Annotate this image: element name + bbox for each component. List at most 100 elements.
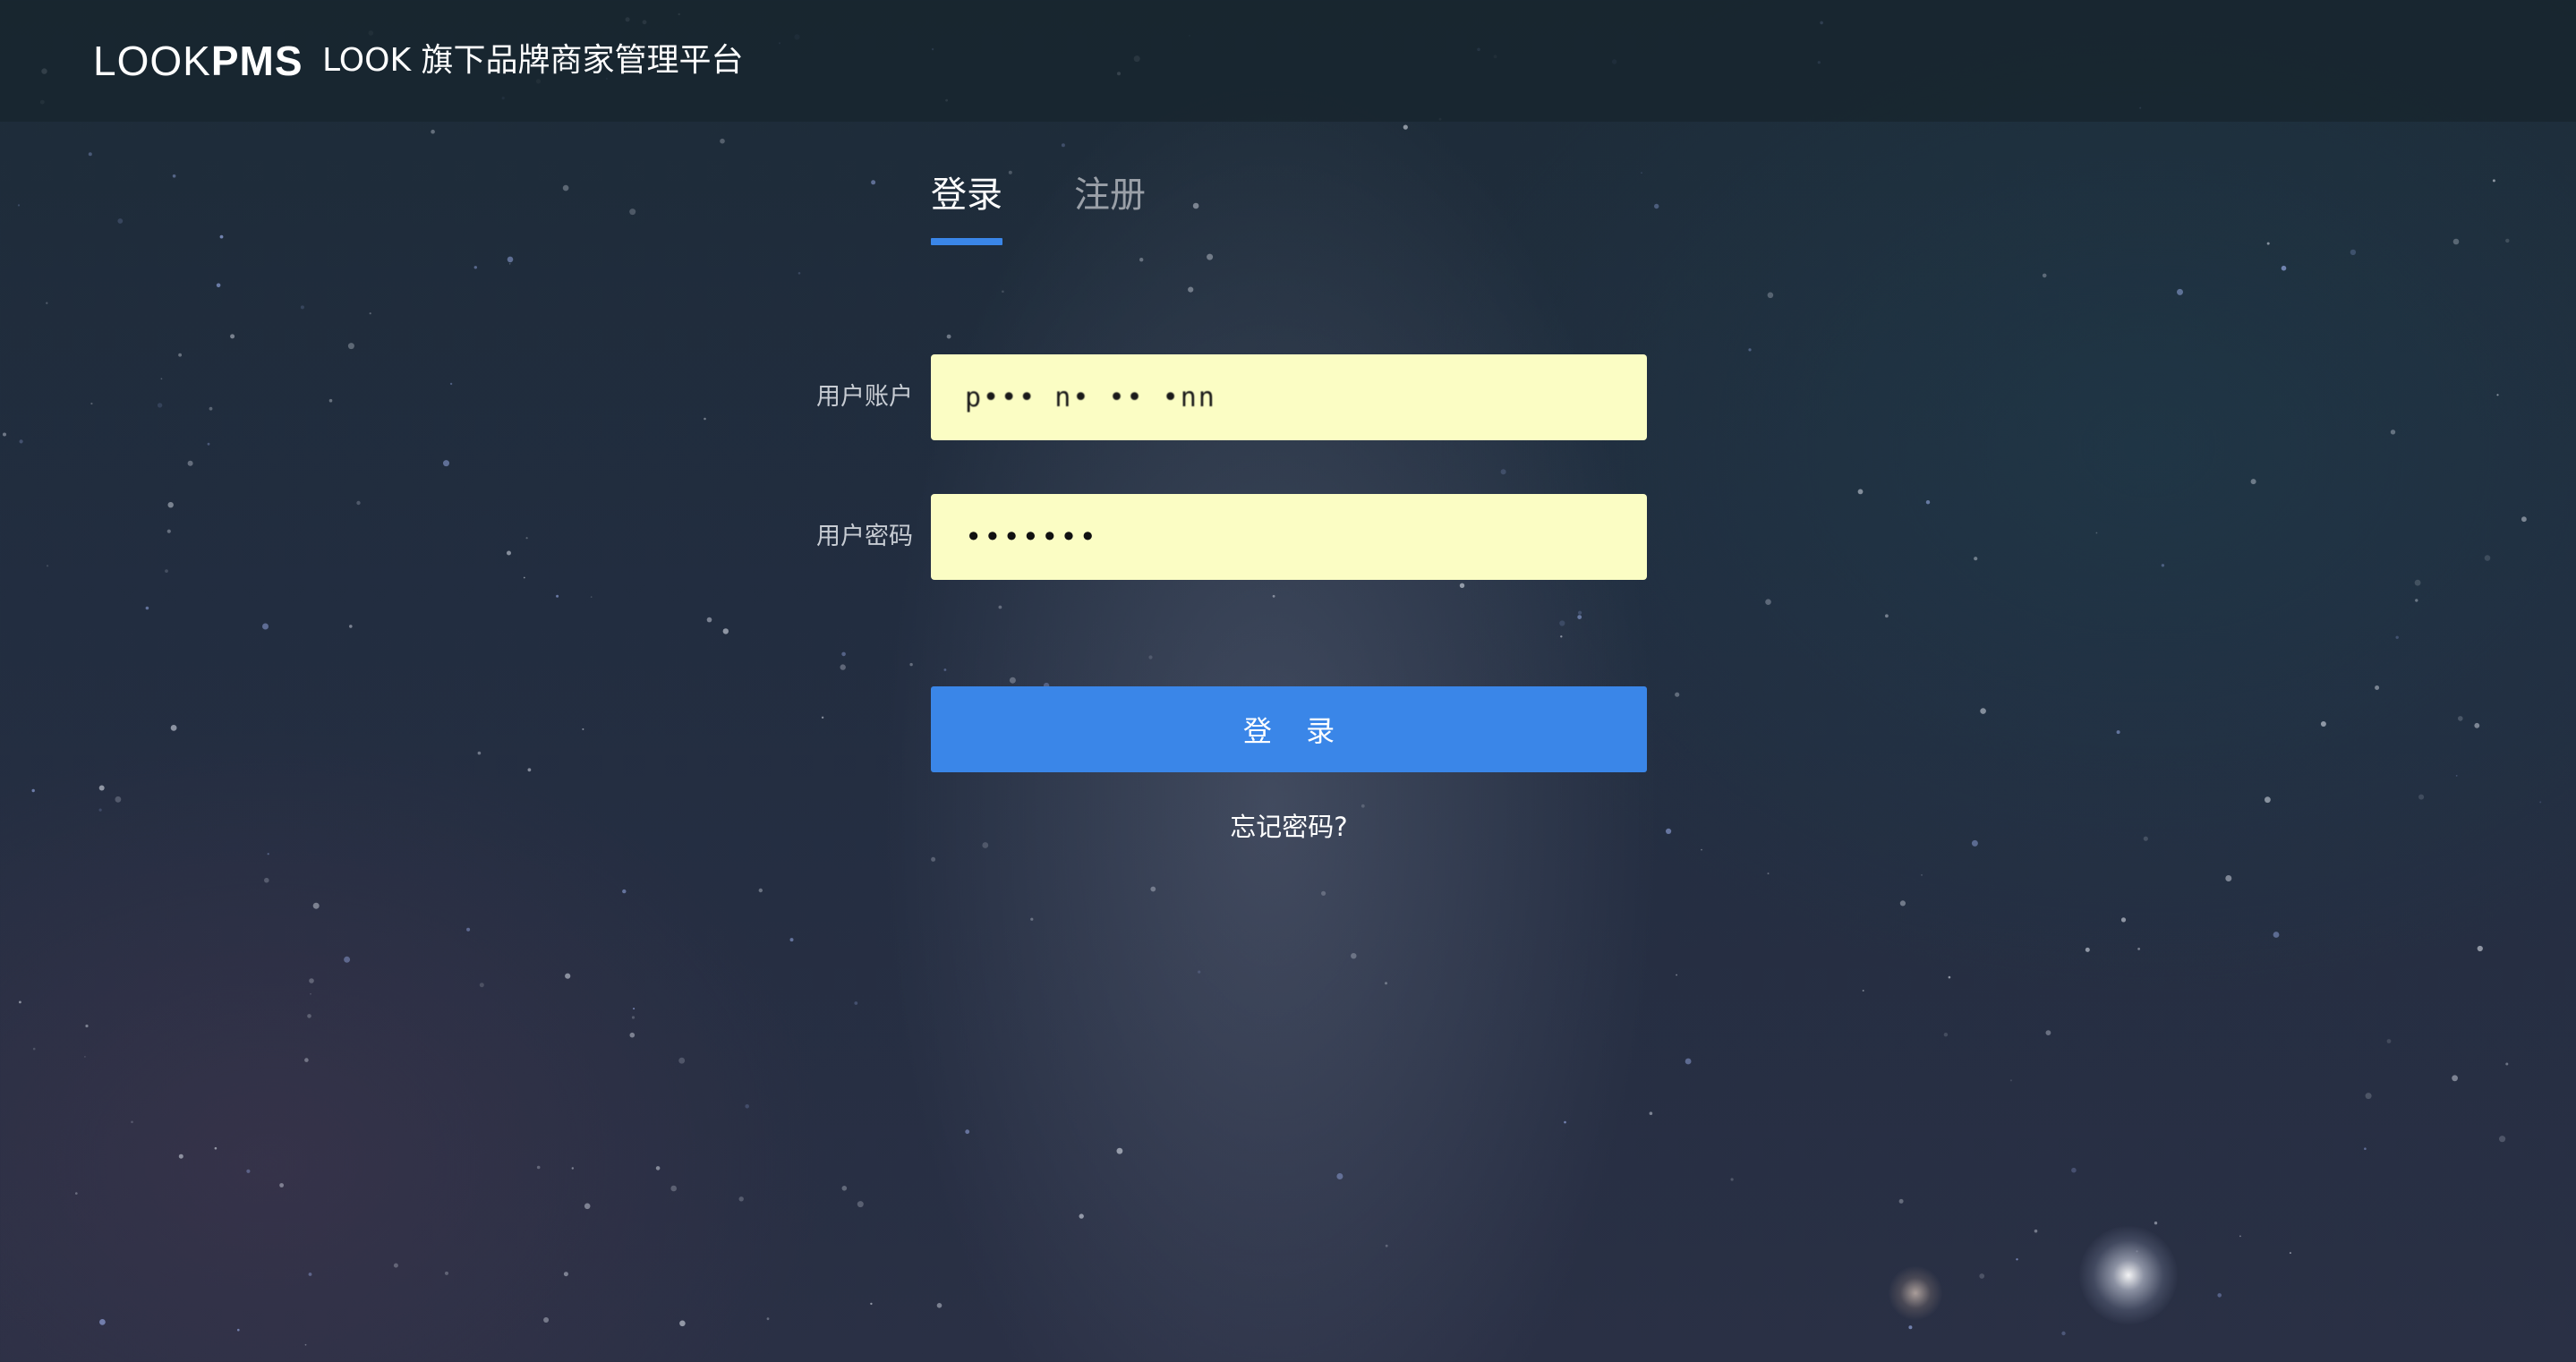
background-star-dot <box>758 888 763 893</box>
background-star-dot <box>2452 1075 2459 1082</box>
background-star-dot <box>304 1058 309 1062</box>
lookpms-logo[interactable]: LOOKPMS <box>93 36 303 86</box>
background-star-dot <box>982 842 989 848</box>
background-star-dot <box>445 1271 448 1275</box>
background-star-dot <box>2452 238 2460 245</box>
background-star-dot <box>629 209 636 216</box>
background-star-dot <box>19 439 23 444</box>
background-star-dot <box>264 877 269 883</box>
background-star-dot <box>2521 516 2527 523</box>
background-star-dot <box>1971 839 1978 847</box>
background-star-dot <box>304 1343 307 1346</box>
background-star-dot <box>2250 479 2256 485</box>
background-star-dot <box>1701 848 1702 851</box>
active-tab-indicator <box>931 238 1002 245</box>
background-star-dot <box>328 398 333 403</box>
tab-login[interactable]: 登录 <box>931 170 1002 220</box>
background-star-dot <box>160 378 163 380</box>
background-star-dot <box>2273 932 2280 938</box>
background-star-dot <box>841 651 846 657</box>
background-star-dot <box>31 788 35 793</box>
background-star-dot <box>2225 875 2232 881</box>
background-star-dot <box>2499 1136 2506 1143</box>
forgot-password-link[interactable]: 忘记密码? <box>1199 809 1378 845</box>
background-star-dot <box>2455 775 2458 777</box>
background-star-dot <box>1192 202 1199 209</box>
background-star-dot <box>172 174 176 178</box>
background-star-dot <box>2289 1252 2291 1255</box>
background-star-dot <box>2177 288 2183 295</box>
background-star-dot <box>2042 273 2047 278</box>
background-star-dot <box>841 1186 848 1191</box>
background-star-dot <box>262 623 269 630</box>
background-star-dot <box>1564 1120 1566 1124</box>
background-star-dot <box>1079 1213 1084 1219</box>
background-star-dot <box>909 662 913 667</box>
background-star-dot <box>117 218 124 224</box>
password-label: 用户密码 <box>816 523 913 550</box>
background-star-dot <box>706 617 712 623</box>
password-input[interactable]: ••••••• <box>931 494 1647 580</box>
starfield-svg <box>3 13 2542 1346</box>
background-star-dot <box>90 402 93 405</box>
background-star-dot <box>2136 1250 2138 1253</box>
background-star-dot <box>1908 1325 1913 1330</box>
background-star-dot <box>1560 635 1563 638</box>
background-star-dot <box>2477 945 2483 952</box>
background-star-dot <box>789 938 794 942</box>
background-star-dot <box>704 417 706 421</box>
background-star-dot <box>1002 290 1004 294</box>
background-star-dot <box>1898 1198 1904 1204</box>
background-star-dot <box>1943 1033 1949 1037</box>
background-star-dot <box>2061 1331 2066 1336</box>
background-star-dot <box>943 668 947 671</box>
background-star-dot <box>178 353 183 357</box>
background-star-dot <box>525 537 528 540</box>
background-star-dot <box>2395 635 2399 639</box>
background-star-dot <box>2415 599 2418 602</box>
background-star-dot <box>584 1203 591 1210</box>
background-star-dot <box>431 129 435 134</box>
background-star-dot <box>267 853 269 856</box>
background-star-dot <box>443 460 449 467</box>
account-input[interactable]: p••• n• •• •nn <box>931 354 1647 440</box>
background-star-dot <box>1767 292 1774 299</box>
background-star-dot <box>349 625 353 628</box>
login-button[interactable]: 登 录 <box>931 686 1647 772</box>
background-star-dot <box>187 460 193 466</box>
tab-register[interactable]: 注册 <box>1074 170 1146 220</box>
background-star-dot <box>2414 579 2421 586</box>
background-star-dot <box>2484 555 2491 561</box>
background-star-dot <box>2071 1167 2077 1173</box>
background-star-dot <box>344 956 351 963</box>
background-star-dot <box>2085 947 2090 952</box>
background-star-dot <box>178 1153 183 1159</box>
background-star-dot <box>1008 170 1012 175</box>
background-star-dot <box>1198 970 1201 974</box>
background-star-dot <box>84 1056 86 1058</box>
background-star-dot <box>1559 620 1565 626</box>
background-star-dot <box>2034 1229 2038 1233</box>
background-star-dot <box>2474 722 2480 728</box>
background-star-dot <box>2505 1062 2509 1066</box>
background-star-dot <box>46 565 49 567</box>
background-star-dot <box>157 403 163 408</box>
background-star-dot <box>310 992 311 995</box>
background-star-dot <box>2266 242 2270 245</box>
top-header: LOOKPMS LOOK 旗下品牌商家管理平台 <box>0 0 2576 122</box>
background-star-dot <box>523 576 525 579</box>
background-star-dot <box>1577 615 1582 619</box>
background-star-dot <box>219 234 224 239</box>
background-star-dot <box>1061 143 1065 148</box>
background-star-dot <box>1188 286 1194 293</box>
background-star-dot <box>2281 265 2287 271</box>
background-star-dot <box>214 1146 218 1150</box>
background-star-dot <box>98 808 102 812</box>
background-star-dot <box>466 927 471 932</box>
background-star-dot <box>670 1185 677 1192</box>
background-star-dot <box>2137 948 2141 950</box>
background-star-dot <box>145 606 149 610</box>
logo-text-pms: PMS <box>210 38 303 84</box>
background-star-dot <box>1666 828 1672 835</box>
background-star-dot <box>1336 1173 1343 1179</box>
